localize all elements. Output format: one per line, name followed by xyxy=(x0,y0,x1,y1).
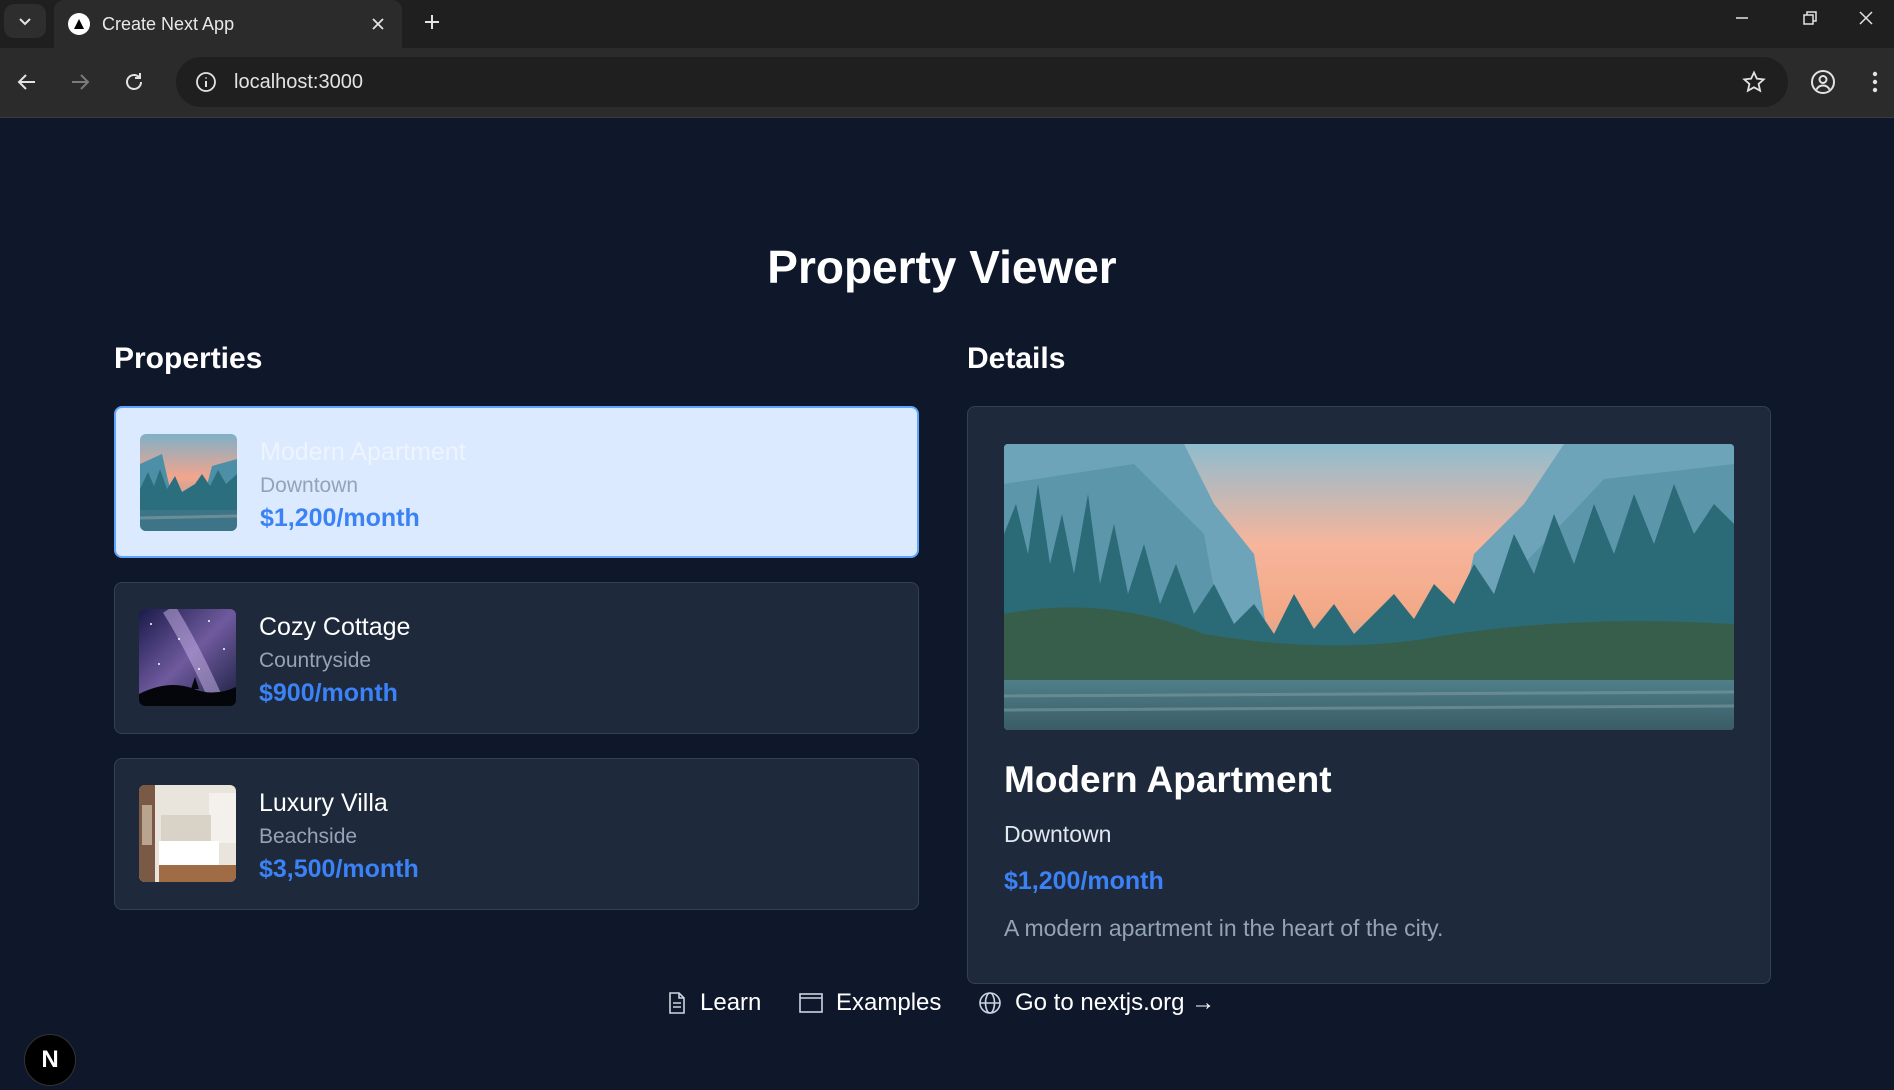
profile-icon xyxy=(1811,70,1835,94)
close-window-button[interactable] xyxy=(1838,0,1894,36)
details-description: A modern apartment in the heart of the c… xyxy=(1004,915,1444,941)
bookmark-star-icon[interactable] xyxy=(1734,62,1774,102)
address-bar[interactable]: localhost:3000 xyxy=(176,57,1788,107)
new-tab-button[interactable] xyxy=(414,4,450,40)
property-location: Beachside xyxy=(259,825,358,848)
property-card-cozy-cottage[interactable]: Cozy Cottage Countryside $900/month xyxy=(114,582,919,734)
tab-title: Create Next App xyxy=(102,13,235,34)
tab-close-button[interactable] xyxy=(362,8,394,40)
plus-icon xyxy=(425,15,439,29)
forward-button[interactable] xyxy=(58,60,102,104)
arrow-right-icon xyxy=(72,74,90,90)
close-icon xyxy=(372,18,384,30)
arrow-left-icon xyxy=(17,74,35,90)
browser-toolbar: localhost:3000 xyxy=(0,48,1894,118)
nextjs-link[interactable]: Go to nextjs.org → xyxy=(977,988,1215,1018)
tab-search-button[interactable] xyxy=(4,4,46,38)
examples-label: Examples xyxy=(836,989,942,1016)
property-price: $1,200/month xyxy=(260,504,420,532)
site-info-icon[interactable] xyxy=(190,66,222,98)
minimize-button[interactable] xyxy=(1714,0,1770,36)
property-thumbnail-image xyxy=(139,785,236,882)
details-location: Downtown xyxy=(1004,821,1112,847)
details-property-name: Modern Apartment xyxy=(1004,759,1332,800)
examples-link[interactable]: Examples xyxy=(798,988,941,1018)
details-price: $1,200/month xyxy=(1004,867,1164,895)
learn-link[interactable]: Learn xyxy=(666,988,761,1018)
globe-icon xyxy=(979,992,1001,1014)
window-icon xyxy=(799,993,823,1013)
property-name: Cozy Cottage xyxy=(259,613,411,641)
page-title: Property Viewer xyxy=(767,241,1117,293)
restore-icon xyxy=(1803,11,1817,25)
property-card-luxury-villa[interactable]: Luxury Villa Beachside $3,500/month xyxy=(114,758,919,910)
nextjs-label: Go to nextjs.org → xyxy=(1015,989,1216,1016)
details-heading: Details xyxy=(967,342,1066,375)
property-location: Downtown xyxy=(260,474,359,497)
nextjs-logo-icon: N xyxy=(41,1046,59,1073)
chevron-down-icon xyxy=(19,18,31,26)
property-name: Modern Apartment xyxy=(260,438,466,466)
browser-tab[interactable]: Create Next App xyxy=(54,0,402,48)
property-price: $900/month xyxy=(259,679,398,707)
reload-icon xyxy=(126,73,142,90)
property-thumbnail-image xyxy=(140,434,237,531)
property-location: Countryside xyxy=(259,649,372,672)
details-panel: Modern Apartment Downtown $1,200/month A… xyxy=(967,406,1771,984)
reload-button[interactable] xyxy=(112,60,156,104)
menu-button[interactable] xyxy=(1857,60,1893,104)
file-icon xyxy=(669,992,685,1014)
back-button[interactable] xyxy=(5,60,49,104)
property-name: Luxury Villa xyxy=(259,789,388,817)
kebab-menu-icon xyxy=(1872,71,1878,93)
property-thumbnail-image xyxy=(139,609,236,706)
restore-button[interactable] xyxy=(1782,0,1838,36)
property-hero-image xyxy=(1004,444,1734,730)
nextjs-favicon-icon xyxy=(68,13,90,35)
property-price: $3,500/month xyxy=(259,855,419,883)
url-text: localhost:3000 xyxy=(234,70,363,93)
profile-button[interactable] xyxy=(1801,60,1845,104)
close-icon xyxy=(1859,11,1873,25)
learn-label: Learn xyxy=(700,989,762,1016)
tab-strip: Create Next App xyxy=(0,0,1894,48)
property-card-modern-apartment[interactable]: Modern Apartment Downtown $1,200/month xyxy=(114,406,919,558)
nextjs-dev-badge[interactable]: N xyxy=(24,1034,76,1086)
minimize-icon xyxy=(1736,17,1748,19)
properties-heading: Properties xyxy=(114,342,263,375)
